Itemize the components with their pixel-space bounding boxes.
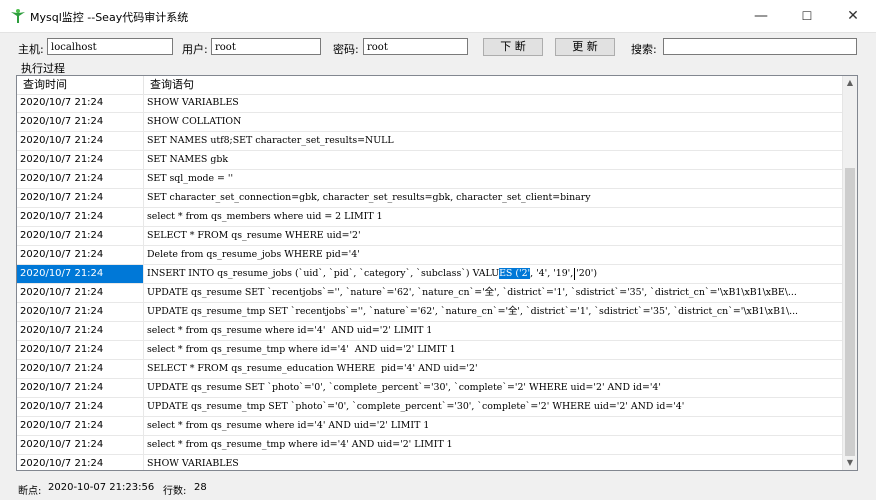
table-row[interactable]: 2020/10/7 21:24 SET sql_mode = '' <box>17 170 843 189</box>
break-button[interactable]: 下 断 <box>483 38 543 56</box>
table-row[interactable]: 2020/10/7 21:24 SET NAMES gbk <box>17 151 843 170</box>
table-row[interactable]: 2020/10/7 21:24 UPDATE qs_resume_tmp SET … <box>17 398 843 417</box>
query-sql-cell: select * from qs_resume where id='4' AND… <box>147 325 433 336</box>
password-input[interactable]: root <box>363 38 468 55</box>
row-count-label: 行数: <box>163 486 187 497</box>
query-time-cell: 2020/10/7 21:24 <box>17 265 144 283</box>
table-row[interactable]: 2020/10/7 21:24 SET character_set_connect… <box>17 189 843 208</box>
query-time-cell: 2020/10/7 21:24 <box>17 189 144 207</box>
query-time-cell: 2020/10/7 21:24 <box>17 284 144 302</box>
title-bar: Mysql监控 --Seay代码审计系统 — ☐ ✕ <box>0 0 876 33</box>
minimize-button[interactable]: — <box>738 0 784 32</box>
password-label: 密码: <box>333 43 359 56</box>
query-sql-cell: Delete from qs_resume_jobs WHERE pid='4' <box>147 249 360 260</box>
app-logo-icon <box>11 9 25 23</box>
column-header-time[interactable]: 查询时间 <box>17 76 144 94</box>
refresh-button[interactable]: 更 新 <box>555 38 615 56</box>
query-sql-cell: INSERT INTO qs_resume_jobs (`uid`, `pid`… <box>144 265 843 283</box>
row-count-value: 28 <box>194 482 207 493</box>
query-sql-cell: SET NAMES utf8;SET character_set_results… <box>147 135 394 146</box>
search-input[interactable] <box>663 38 857 55</box>
host-input[interactable]: localhost <box>47 38 173 55</box>
query-sql-cell: UPDATE qs_resume_tmp SET `photo`='0', `c… <box>147 401 685 412</box>
scroll-thumb[interactable] <box>845 168 855 456</box>
table-row[interactable]: 2020/10/7 21:24 Delete from qs_resume_job… <box>17 246 843 265</box>
close-button[interactable]: ✕ <box>830 0 876 32</box>
table-row[interactable]: 2020/10/7 21:24 SET NAMES utf8;SET charac… <box>17 132 843 151</box>
section-label: 执行过程 <box>21 62 65 75</box>
query-time-cell: 2020/10/7 21:24 <box>17 113 144 131</box>
sql-text-fragment: '20') <box>576 268 597 279</box>
sql-text-fragment: , '4', '19', <box>530 268 574 279</box>
query-time-cell: 2020/10/7 21:24 <box>17 208 144 226</box>
table-row[interactable]: 2020/10/7 21:24 SHOW VARIABLES <box>17 94 843 113</box>
query-time-cell: 2020/10/7 21:24 <box>17 436 144 454</box>
query-sql-cell: SET NAMES gbk <box>147 154 229 165</box>
query-sql-cell: SET sql_mode = '' <box>147 173 234 184</box>
query-sql-cell: select * from qs_resume where id='4' AND… <box>147 420 430 431</box>
query-sql-cell: UPDATE qs_resume SET `photo`='0', `compl… <box>147 382 661 393</box>
scroll-down-arrow-icon[interactable]: ▼ <box>843 456 857 470</box>
vertical-scrollbar[interactable]: ▲ ▼ <box>842 76 857 470</box>
query-sql-cell: select * from qs_members where uid = 2 L… <box>147 211 383 222</box>
table-row[interactable]: 2020/10/7 21:24 select * from qs_resume w… <box>17 322 843 341</box>
table-row[interactable]: 2020/10/7 21:24 select * from qs_resume_t… <box>17 341 843 360</box>
query-sql-cell: SELECT * FROM qs_resume WHERE uid='2' <box>147 230 361 241</box>
query-time-cell: 2020/10/7 21:24 <box>17 417 144 435</box>
table-row[interactable]: 2020/10/7 21:24 SHOW VARIABLES <box>17 455 843 470</box>
column-header-sql[interactable]: 查询语句 <box>144 76 843 94</box>
window-title: Mysql监控 --Seay代码审计系统 <box>30 11 189 24</box>
host-label: 主机: <box>18 43 44 56</box>
query-time-cell: 2020/10/7 21:24 <box>17 341 144 359</box>
maximize-button[interactable]: ☐ <box>784 0 830 32</box>
table-body: 2020/10/7 21:24 SHOW VARIABLES 2020/10/7 2… <box>17 94 843 470</box>
query-time-cell: 2020/10/7 21:24 <box>17 398 144 416</box>
query-sql-cell: UPDATE qs_resume SET `recentjobs`='', `n… <box>147 287 797 298</box>
sql-text-fragment: INSERT INTO qs_resume_jobs (`uid`, `pid`… <box>147 268 500 279</box>
query-time-cell: 2020/10/7 21:24 <box>17 151 144 169</box>
query-table: 查询时间 查询语句 2020/10/7 21:24 SHOW VARIABLES 2… <box>16 75 858 471</box>
query-time-cell: 2020/10/7 21:24 <box>17 227 144 245</box>
table-row[interactable]: 2020/10/7 21:24 select * from qs_resume w… <box>17 417 843 436</box>
search-label: 搜索: <box>631 43 657 56</box>
breakpoint-label: 断点: <box>18 486 42 497</box>
query-time-cell: 2020/10/7 21:24 <box>17 94 144 112</box>
table-row[interactable]: 2020/10/7 21:24 UPDATE qs_resume SET `rec… <box>17 284 843 303</box>
query-sql-cell: SELECT * FROM qs_resume_education WHERE … <box>147 363 478 374</box>
query-time-cell: 2020/10/7 21:24 <box>17 379 144 397</box>
breakpoint-value: 2020-10-07 21:23:56 <box>48 482 155 493</box>
table-row[interactable]: 2020/10/7 21:24 select * from qs_members … <box>17 208 843 227</box>
query-time-cell: 2020/10/7 21:24 <box>17 170 144 188</box>
query-time-cell: 2020/10/7 21:24 <box>17 360 144 378</box>
query-sql-cell: SHOW COLLATION <box>147 116 242 127</box>
table-row[interactable]: 2020/10/7 21:24 SELECT * FROM qs_resume W… <box>17 227 843 246</box>
table-row[interactable]: 2020/10/7 21:24 select * from qs_resume_t… <box>17 436 843 455</box>
table-row[interactable]: 2020/10/7 21:24 INSERT INTO qs_resume_job… <box>17 265 843 284</box>
query-time-cell: 2020/10/7 21:24 <box>17 322 144 340</box>
query-time-cell: 2020/10/7 21:24 <box>17 132 144 150</box>
scroll-up-arrow-icon[interactable]: ▲ <box>843 76 857 90</box>
query-sql-cell: SHOW VARIABLES <box>147 97 239 108</box>
query-sql-cell: SET character_set_connection=gbk, charac… <box>147 192 591 203</box>
selected-text: ES ('2' <box>499 268 531 279</box>
table-row[interactable]: 2020/10/7 21:24 SHOW COLLATION <box>17 113 843 132</box>
user-input[interactable]: root <box>211 38 321 55</box>
query-time-cell: 2020/10/7 21:24 <box>17 455 144 470</box>
table-row[interactable]: 2020/10/7 21:24 SELECT * FROM qs_resume_e… <box>17 360 843 379</box>
table-header: 查询时间 查询语句 <box>17 76 843 95</box>
query-sql-cell: select * from qs_resume_tmp where id='4'… <box>147 344 456 355</box>
query-time-cell: 2020/10/7 21:24 <box>17 303 144 321</box>
user-label: 用户: <box>182 43 208 56</box>
query-sql-cell: UPDATE qs_resume_tmp SET `recentjobs`=''… <box>147 306 799 317</box>
query-time-cell: 2020/10/7 21:24 <box>17 246 144 264</box>
table-row[interactable]: 2020/10/7 21:24 UPDATE qs_resume SET `pho… <box>17 379 843 398</box>
table-row[interactable]: 2020/10/7 21:24 UPDATE qs_resume_tmp SET … <box>17 303 843 322</box>
query-sql-cell: select * from qs_resume_tmp where id='4'… <box>147 439 453 450</box>
query-sql-cell: SHOW VARIABLES <box>147 458 239 469</box>
